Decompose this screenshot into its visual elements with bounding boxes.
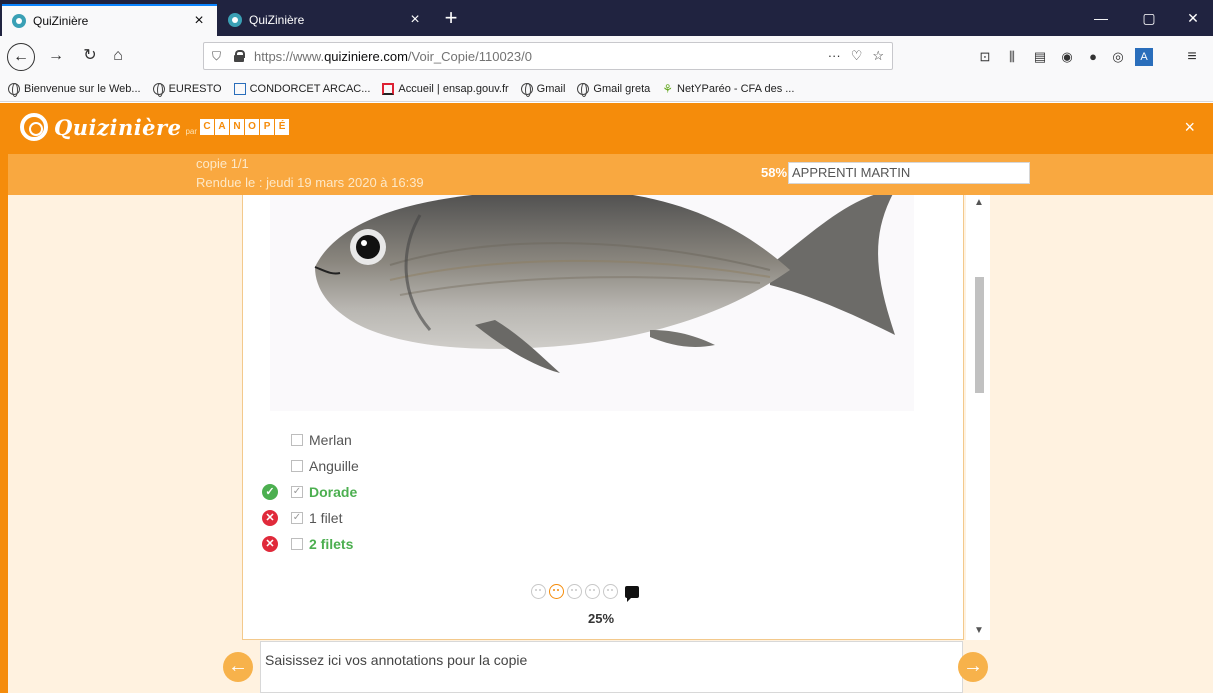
answer-checkbox (291, 538, 303, 550)
annotation-placeholder: Saisissez ici vos annotations pour la co… (265, 652, 528, 668)
tab-quiziniere-2[interactable]: QuiZinière × (218, 4, 433, 36)
wrong-cross-icon: ✕ (262, 536, 278, 552)
canope-logo: C A N O P É (200, 119, 290, 135)
pocket-icon[interactable]: ♡ (851, 48, 863, 64)
annotation-field[interactable]: Saisissez ici vos annotations pour la co… (260, 641, 963, 693)
smiley-sad-icon[interactable] (549, 584, 564, 599)
smiley-happy-icon[interactable] (585, 584, 600, 599)
leaf-icon: ⚘ (662, 81, 674, 96)
bookmark-item[interactable]: Bienvenue sur le Web... (8, 82, 141, 97)
copy-info-bar: copie 1/1 Rendue le : jeudi 19 mars 2020… (8, 154, 1213, 195)
lock-icon[interactable] (234, 50, 245, 62)
correct-check-icon: ✓ (262, 484, 278, 500)
smiley-very-happy-icon[interactable] (603, 584, 618, 599)
sidebar-icon[interactable]: ▤ (1031, 48, 1049, 66)
submission-date: Rendue le : jeudi 19 mars 2020 à 16:39 (196, 175, 424, 190)
bookmark-item[interactable]: CONDORCET ARCAC... (233, 82, 370, 95)
smiley-very-sad-icon[interactable] (531, 584, 546, 599)
reload-icon[interactable]: ↻ (78, 44, 102, 68)
new-tab-button[interactable]: + (438, 6, 464, 32)
answer-checkbox-checked: ✓ (291, 486, 303, 498)
ensap-icon (382, 82, 395, 95)
fish-image (270, 195, 914, 411)
bookmark-item[interactable]: Gmail greta (577, 82, 650, 97)
previous-copy-button[interactable]: ← (223, 652, 253, 682)
answer-label: 1 filet (309, 510, 343, 526)
smiley-neutral-icon[interactable] (567, 584, 582, 599)
globe-icon (520, 82, 533, 97)
maximize-button[interactable]: ▢ (1129, 6, 1169, 30)
answer-checkbox (291, 434, 303, 446)
fish-illustration (314, 195, 895, 373)
answer-checkbox (291, 460, 303, 472)
quiziniere-q-icon (20, 113, 48, 141)
tracking-shield-icon[interactable]: ⛉ (212, 49, 226, 64)
tab-quiziniere-1[interactable]: QuiZinière × (2, 4, 217, 36)
comment-icon[interactable] (625, 585, 639, 602)
wrong-cross-icon: ✕ (262, 510, 278, 526)
back-arrow-icon[interactable]: ← (7, 43, 35, 71)
url-text[interactable]: https://www.quiziniere.com/Voir_Copie/11… (254, 49, 828, 64)
extension-color-icon[interactable]: ◉ (1058, 48, 1076, 66)
answer-label: Merlan (309, 432, 352, 448)
app-header: Quizinière par C A N O P É × (0, 103, 1213, 154)
globe-icon (577, 82, 590, 97)
account-icon[interactable]: ◎ (1109, 48, 1127, 66)
left-edge (0, 103, 8, 693)
bookmark-star-icon[interactable]: ☆ (872, 48, 884, 64)
tab-close-icon[interactable]: × (407, 11, 423, 29)
window-close-button[interactable]: ✕ (1173, 6, 1213, 30)
navigation-bar: ← → ↻ ⌂ ⛉ https://www.quiziniere.com/Voi… (0, 36, 1213, 76)
quiziniere-logo[interactable]: Quizinière par C A N O P É (20, 113, 290, 141)
translate-extension-icon[interactable]: A (1135, 48, 1153, 66)
copy-number: copie 1/1 (196, 156, 249, 171)
library-icon[interactable]: ⫼ (1003, 48, 1021, 66)
quiziniere-favicon-icon (12, 14, 26, 28)
scroll-down-icon[interactable]: ▼ (974, 625, 984, 636)
tab-bar: QuiZinière × QuiZinière × + — ▢ ✕ (0, 0, 1213, 36)
page-actions-icon[interactable]: ··· (828, 48, 841, 64)
answer-checkbox-checked: ✓ (291, 512, 303, 524)
minimize-button[interactable]: — (1081, 6, 1121, 30)
forward-arrow-icon[interactable]: → (44, 44, 68, 68)
answer-label: Dorade (309, 484, 358, 500)
globe-icon (8, 82, 20, 97)
tab-label: QuiZinière (249, 13, 305, 27)
close-copy-icon[interactable]: × (1184, 117, 1195, 138)
bookmark-item[interactable]: EURESTO (152, 82, 222, 97)
bookmark-item[interactable]: Gmail (520, 82, 565, 97)
bookmark-item[interactable]: ⚘ NetYParéo - CFA des ... (662, 82, 794, 96)
home-icon[interactable]: ⌂ (106, 44, 130, 68)
url-bar[interactable]: ⛉ https://www.quiziniere.com/Voir_Copie/… (203, 42, 893, 70)
question-percent: 25% (588, 611, 615, 626)
answer-label: 2 filets (309, 536, 354, 552)
card-scrollbar[interactable]: ▲ ▼ (966, 195, 990, 640)
square-icon (233, 82, 246, 95)
quiziniere-favicon-icon (228, 13, 242, 27)
tab-label: QuiZinière (33, 14, 89, 28)
menu-hamburger-icon[interactable]: ≡ (1183, 48, 1201, 66)
score-percent: 58% (761, 165, 788, 180)
student-name-field[interactable]: APPRENTI MARTIN (788, 162, 1030, 184)
scroll-up-icon[interactable]: ▲ (974, 197, 984, 208)
globe-icon (152, 82, 165, 97)
tab-close-icon[interactable]: × (191, 12, 207, 30)
extension-paw-icon[interactable]: ● (1084, 48, 1102, 66)
bookmark-item[interactable]: Accueil | ensap.gouv.fr (382, 82, 509, 95)
bookmarks-toolbar: Bienvenue sur le Web... EURESTO CONDORCE… (0, 76, 1213, 102)
rating-smileys (531, 584, 639, 602)
answer-label: Anguille (309, 458, 359, 474)
screenshot-icon[interactable]: ⊡ (976, 48, 994, 66)
scroll-thumb[interactable] (975, 277, 984, 393)
next-copy-button[interactable]: → (958, 652, 988, 682)
